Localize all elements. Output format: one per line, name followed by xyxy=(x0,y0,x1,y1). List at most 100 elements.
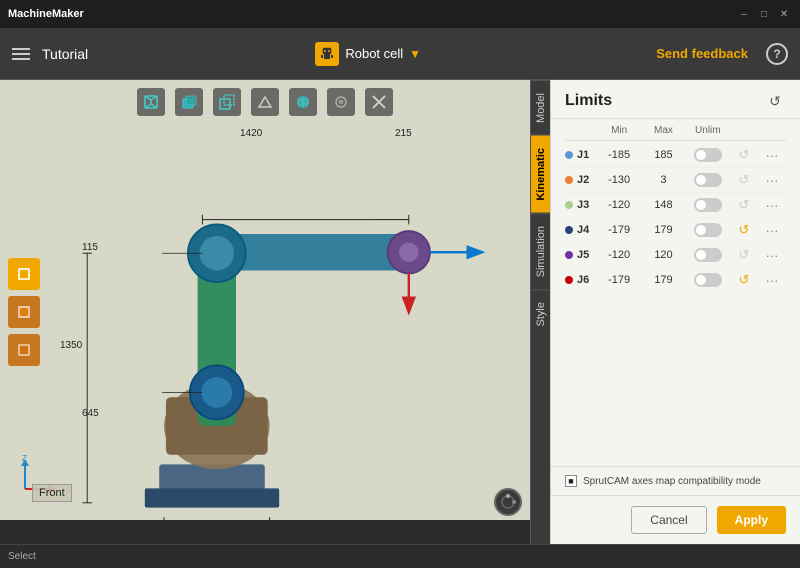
status-mode: Select xyxy=(8,551,36,562)
joint-toggle-j5[interactable] xyxy=(686,248,730,262)
col-max-header: Max xyxy=(641,125,685,136)
left-tool-1[interactable] xyxy=(8,258,40,290)
apply-button[interactable]: Apply xyxy=(717,506,786,534)
joint-dot-j1 xyxy=(565,151,573,159)
vp-tool-corner[interactable] xyxy=(213,88,241,116)
sprutcam-checkbox[interactable]: ■ xyxy=(565,475,577,487)
help-button[interactable]: ? xyxy=(766,43,788,65)
col-joint-header xyxy=(565,125,597,136)
panel-title: Limits xyxy=(565,92,612,110)
panel-header: Limits ↺ xyxy=(551,80,800,119)
joint-more-j6[interactable]: ··· xyxy=(758,273,786,288)
joint-max-j5: 120 xyxy=(641,249,685,261)
joint-angle-j2[interactable]: ↺ xyxy=(735,171,753,189)
joint-toggle-j6[interactable] xyxy=(686,273,730,287)
joint-angle-j5[interactable]: ↺ xyxy=(735,246,753,264)
close-button[interactable]: ✕ xyxy=(776,6,792,22)
robot-dropdown-arrow[interactable]: ▼ xyxy=(409,47,421,61)
joint-more-j1[interactable]: ··· xyxy=(758,148,786,163)
dim-1350: 1350 xyxy=(60,340,82,351)
cancel-button[interactable]: Cancel xyxy=(631,506,706,534)
joint-angle-j4[interactable]: ↺ xyxy=(735,221,753,239)
svg-text:Z: Z xyxy=(22,454,27,463)
vp-tool-box[interactable] xyxy=(175,88,203,116)
joint-dot-j6 xyxy=(565,276,573,284)
joint-row-j6: J6 -179 179 ↺ ··· xyxy=(565,268,786,293)
joint-min-j5: -120 xyxy=(597,249,641,261)
vp-tool-cross[interactable] xyxy=(365,88,393,116)
joint-row-j3: J3 -120 148 ↺ ··· xyxy=(565,193,786,218)
toolbar-right: Send feedback ? xyxy=(648,42,788,65)
joints-rows: J1 -185 185 ↺ ··· J2 -130 3 ↺ · xyxy=(565,143,786,293)
send-feedback-button[interactable]: Send feedback xyxy=(648,42,756,65)
vp-tool-wireframe[interactable] xyxy=(137,88,165,116)
joint-max-j1: 185 xyxy=(641,149,685,161)
main-toolbar: Tutorial Robot cell ▼ Send feedback ? xyxy=(0,28,800,80)
joint-angle-j6[interactable]: ↺ xyxy=(735,271,753,289)
tab-kinematic[interactable]: Kinematic xyxy=(531,135,550,213)
panel-reset-button[interactable]: ↺ xyxy=(764,90,786,112)
joint-min-j4: -179 xyxy=(597,224,641,236)
app-logo: MachineMaker xyxy=(8,8,84,20)
hamburger-menu[interactable] xyxy=(12,48,30,60)
joint-label-j5: J5 xyxy=(565,249,597,261)
right-panel: Limits ↺ Min Max Unlim J1 -185 185 xyxy=(550,80,800,544)
robot-cell-label: Robot cell xyxy=(345,46,403,61)
joint-dot-j4 xyxy=(565,226,573,234)
viewport[interactable]: 1420 215 115 1350 645 330 Z X Front xyxy=(0,80,530,544)
joint-more-j3[interactable]: ··· xyxy=(758,198,786,213)
tab-model[interactable]: Model xyxy=(531,80,550,135)
joint-more-j2[interactable]: ··· xyxy=(758,173,786,188)
tab-simulation[interactable]: Simulation xyxy=(531,213,550,289)
joint-row-j4: J4 -179 179 ↺ ··· xyxy=(565,218,786,243)
sprutcam-label: SprutCAM axes map compatibility mode xyxy=(583,476,761,487)
joint-toggle-j1[interactable] xyxy=(686,148,730,162)
right-tabs: Model Kinematic Simulation Style xyxy=(530,80,550,544)
col-unlim-header: Unlim xyxy=(686,125,730,136)
joint-toggle-j4[interactable] xyxy=(686,223,730,237)
joint-min-j6: -179 xyxy=(597,274,641,286)
col-min-header: Min xyxy=(597,125,641,136)
left-tool-3[interactable] xyxy=(8,334,40,366)
joint-min-j1: -185 xyxy=(597,149,641,161)
joint-angle-j1[interactable]: ↺ xyxy=(735,146,753,164)
dim-115: 115 xyxy=(82,242,98,253)
titlebar-left: MachineMaker xyxy=(8,8,84,20)
joint-more-j4[interactable]: ··· xyxy=(758,223,786,238)
titlebar-controls: – □ ✕ xyxy=(736,6,792,22)
titlebar: MachineMaker – □ ✕ xyxy=(0,0,800,28)
maximize-button[interactable]: □ xyxy=(756,6,772,22)
joint-toggle-j2[interactable] xyxy=(686,173,730,187)
dim-1420: 1420 xyxy=(240,128,262,139)
rotation-indicator[interactable] xyxy=(494,488,522,516)
main-content: 1420 215 115 1350 645 330 Z X Front xyxy=(0,80,800,544)
joint-label-j6: J6 xyxy=(565,274,597,286)
view-label: Front xyxy=(32,484,72,502)
statusbar: Select xyxy=(0,544,800,568)
robot-icon xyxy=(315,42,339,66)
joint-toggle-j3[interactable] xyxy=(686,198,730,212)
vp-tool-shape[interactable] xyxy=(251,88,279,116)
left-tools xyxy=(8,258,40,366)
joint-dot-j3 xyxy=(565,201,573,209)
minimize-button[interactable]: – xyxy=(736,6,752,22)
joint-label-j2: J2 xyxy=(565,174,597,186)
left-tool-2[interactable] xyxy=(8,296,40,328)
joint-row-j2: J2 -130 3 ↺ ··· xyxy=(565,168,786,193)
vp-tool-sphere[interactable] xyxy=(289,88,317,116)
joint-label-j3: J3 xyxy=(565,199,597,211)
joint-max-j3: 148 xyxy=(641,199,685,211)
joint-angle-j3[interactable]: ↺ xyxy=(735,196,753,214)
viewport-toolbar xyxy=(137,88,393,116)
limits-table: Min Max Unlim J1 -185 185 ↺ ··· xyxy=(551,119,800,466)
joint-more-j5[interactable]: ··· xyxy=(758,248,786,263)
vp-tool-target[interactable] xyxy=(327,88,355,116)
col-more-header xyxy=(758,125,786,136)
col-angle-header xyxy=(730,125,758,136)
dim-645: 645 xyxy=(82,408,99,419)
toolbar-center: Robot cell ▼ xyxy=(315,42,421,66)
toolbar-title: Tutorial xyxy=(42,46,88,62)
joint-min-j3: -120 xyxy=(597,199,641,211)
tab-style[interactable]: Style xyxy=(531,289,550,338)
joint-label-j4: J4 xyxy=(565,224,597,236)
